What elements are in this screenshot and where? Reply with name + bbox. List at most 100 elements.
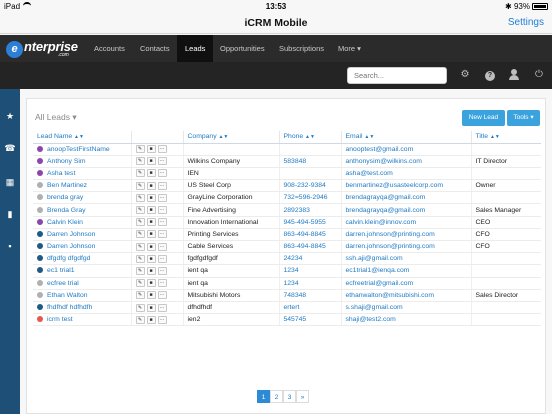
- table-row[interactable]: Darren Johnson ✎ ■ ··· Printing Services 863-…: [33, 228, 541, 242]
- lead-name-link[interactable]: Asha test: [47, 170, 75, 177]
- tools-button[interactable]: Tools ▾: [507, 110, 540, 126]
- table-row[interactable]: Darren Johnson ✎ ■ ··· Cable Services 863-494…: [33, 240, 541, 254]
- more-icon[interactable]: ···: [157, 230, 167, 239]
- trash-icon[interactable]: ■: [146, 145, 156, 154]
- edit-icon[interactable]: ✎: [135, 266, 145, 275]
- tab-contacts[interactable]: Contacts: [132, 35, 178, 62]
- table-row[interactable]: dfgdfg dfgdfgd ✎ ■ ··· fgdfgdfgdf 24234 ssh.aj…: [33, 252, 541, 266]
- more-icon[interactable]: ···: [157, 254, 167, 263]
- trash-icon[interactable]: ■: [146, 291, 156, 300]
- table-row[interactable]: ec1 trial1 ✎ ■ ··· ient qa 1234 ec1trial1@ienq…: [33, 264, 541, 278]
- phone-link[interactable]: 732=596-2946: [278, 191, 341, 205]
- settings-button[interactable]: Settings: [508, 17, 544, 28]
- more-icon[interactable]: ···: [157, 157, 167, 166]
- edit-icon[interactable]: ✎: [135, 169, 145, 178]
- trash-icon[interactable]: ■: [146, 169, 156, 178]
- lead-name-link[interactable]: Darren Johnson: [47, 231, 95, 238]
- edit-icon[interactable]: ✎: [135, 193, 145, 202]
- tab-accounts[interactable]: Accounts: [86, 35, 133, 62]
- more-icon[interactable]: ···: [157, 145, 167, 154]
- table-row[interactable]: Calvin Klein ✎ ■ ··· Innovation Internationa…: [33, 216, 541, 229]
- more-icon[interactable]: ···: [157, 242, 167, 251]
- more-icon[interactable]: ···: [157, 303, 167, 312]
- email-link[interactable]: brendagrayqa@gmail.com: [340, 203, 471, 217]
- gear-icon[interactable]: ⚙: [458, 68, 472, 82]
- edit-icon[interactable]: ✎: [135, 218, 145, 227]
- trash-icon[interactable]: ■: [146, 193, 156, 202]
- trash-icon[interactable]: ■: [146, 157, 156, 166]
- col-phone[interactable]: Phone ▲▼: [278, 131, 341, 144]
- lead-name-link[interactable]: Darren Johnson: [47, 243, 95, 250]
- phone-link[interactable]: 1234: [278, 277, 341, 290]
- more-icon[interactable]: ···: [157, 218, 167, 227]
- phone-link[interactable]: 1234: [278, 264, 341, 278]
- email-link[interactable]: darren.johnson@printing.com: [340, 240, 471, 254]
- trash-icon[interactable]: ■: [146, 218, 156, 227]
- phone-link[interactable]: 24234: [278, 252, 341, 266]
- table-row[interactable]: Brenda Gray ✎ ■ ··· Fine Advertising 2892383 b…: [33, 203, 541, 217]
- col-title[interactable]: Title ▲▼: [470, 131, 541, 144]
- table-row[interactable]: Ethan Walton ✎ ■ ··· Mitsubishi Motors 748348…: [33, 289, 541, 302]
- edit-icon[interactable]: ✎: [135, 254, 145, 263]
- enterprise-logo[interactable]: e nterprise .com: [6, 38, 80, 60]
- more-icon[interactable]: ···: [157, 169, 167, 178]
- lead-name-link[interactable]: Anthony Sim: [47, 158, 86, 165]
- edit-icon[interactable]: ✎: [135, 181, 145, 190]
- more-icon[interactable]: ···: [157, 206, 167, 215]
- power-icon[interactable]: ⏻: [532, 68, 546, 82]
- table-row[interactable]: Ben Martinez ✎ ■ ··· US Steel Corp 908-232-93…: [33, 179, 541, 193]
- phone-link[interactable]: [278, 143, 341, 156]
- edit-icon[interactable]: ✎: [135, 303, 145, 312]
- table-row[interactable]: Asha test ✎ ■ ··· IEN asha@test.com: [33, 167, 541, 181]
- email-link[interactable]: ethanwalton@mitsubishi.com: [340, 289, 471, 302]
- table-row[interactable]: ecfree trial ✎ ■ ··· ient qa 1234 ecfreetrial@…: [33, 277, 541, 290]
- phone-icon[interactable]: ☎: [0, 143, 20, 154]
- email-link[interactable]: ecfreetrial@gmail.com: [340, 277, 471, 290]
- phone-link[interactable]: 748348: [278, 289, 341, 302]
- table-row[interactable]: brenda gray ✎ ■ ··· GrayLine Corporation 732=…: [33, 191, 541, 205]
- phone-link[interactable]: 2892383: [278, 203, 341, 217]
- tab-opportunities[interactable]: Opportunities: [212, 35, 273, 62]
- edit-icon[interactable]: ✎: [135, 145, 145, 154]
- phone-link[interactable]: 583848: [278, 155, 341, 168]
- chart-icon[interactable]: ▮: [0, 209, 20, 220]
- lead-name-link[interactable]: Brenda Gray: [47, 207, 86, 214]
- email-link[interactable]: darren.johnson@printing.com: [340, 228, 471, 242]
- edit-icon[interactable]: ✎: [135, 230, 145, 239]
- email-link[interactable]: calvin.klein@innov.com: [340, 216, 471, 229]
- lead-name-link[interactable]: anoopTestFirstName: [47, 146, 110, 153]
- lead-name-link[interactable]: Ethan Walton: [47, 292, 88, 299]
- table-row[interactable]: icrm test ✎ ■ ··· ien2 545745 shaji@test2.com: [33, 313, 541, 327]
- edit-icon[interactable]: ✎: [135, 291, 145, 300]
- edit-icon[interactable]: ✎: [135, 279, 145, 288]
- more-icon[interactable]: ···: [157, 291, 167, 300]
- col-lead-name[interactable]: Lead Name ▲▼: [33, 131, 131, 144]
- email-link[interactable]: asha@test.com: [340, 167, 471, 181]
- table-row[interactable]: anoopTestFirstName ✎ ■ ··· anooptest@gmail.c…: [33, 143, 541, 156]
- lead-name-link[interactable]: ec1 trial1: [47, 267, 75, 274]
- view-selector[interactable]: All Leads ▾: [35, 112, 77, 123]
- calendar-icon[interactable]: ▦: [0, 177, 20, 188]
- email-link[interactable]: brendagrayqa@gmail.com: [340, 191, 471, 205]
- more-icon[interactable]: ···: [157, 315, 167, 324]
- edit-icon[interactable]: ✎: [135, 242, 145, 251]
- phone-link[interactable]: 545745: [278, 313, 341, 327]
- lead-name-link[interactable]: Ben Martinez: [47, 182, 87, 189]
- page-3-button[interactable]: 3: [283, 390, 296, 403]
- tab-more[interactable]: More ▾: [330, 35, 369, 62]
- trash-icon[interactable]: ■: [146, 266, 156, 275]
- email-link[interactable]: s.shaji@gmail.com: [340, 301, 471, 315]
- more-icon[interactable]: ···: [157, 266, 167, 275]
- col-company[interactable]: Company ▲▼: [182, 131, 279, 144]
- edit-icon[interactable]: ✎: [135, 157, 145, 166]
- trash-icon[interactable]: ■: [146, 315, 156, 324]
- phone-link[interactable]: 908-232-9384: [278, 179, 341, 193]
- help-icon[interactable]: ?: [483, 68, 497, 82]
- email-link[interactable]: benmartinez@usasteelcorp.com: [340, 179, 471, 193]
- page-2-button[interactable]: 2: [270, 390, 283, 403]
- phone-link[interactable]: 945-494-5955: [278, 216, 341, 229]
- more-icon[interactable]: ···: [157, 279, 167, 288]
- email-link[interactable]: shaji@test2.com: [340, 313, 471, 327]
- trash-icon[interactable]: ■: [146, 254, 156, 263]
- tab-subscriptions[interactable]: Subscriptions: [271, 35, 332, 62]
